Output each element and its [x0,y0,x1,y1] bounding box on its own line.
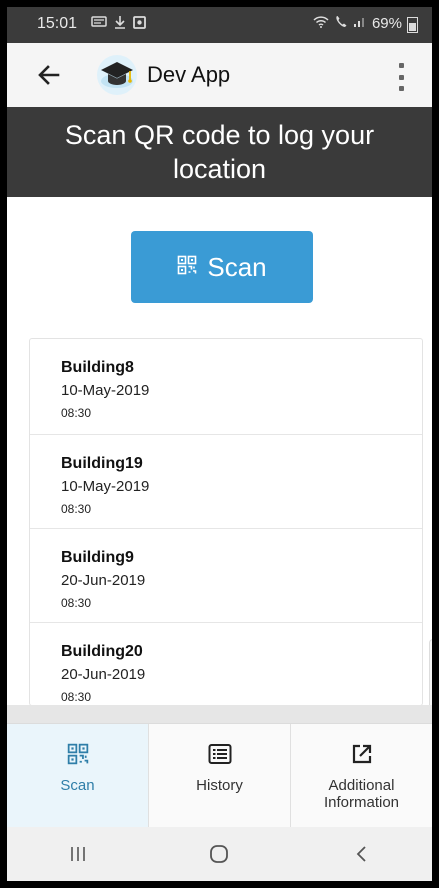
log-date: 10-May-2019 [61,382,150,399]
status-bar: 15:01 69% [7,7,432,43]
list-item[interactable]: Building9 20-Jun-2019 08:30 [30,529,422,623]
tab-additional-information[interactable]: Additional Information [291,724,432,828]
log-time: 08:30 [61,596,92,610]
list-item[interactable]: Building19 10-May-2019 08:30 [30,435,422,529]
image-notification-icon [133,15,146,33]
back-arrow-icon[interactable] [33,59,65,91]
message-notification-icon [91,15,107,33]
nav-divider [7,705,432,723]
log-date: 20-Jun-2019 [61,572,146,589]
banner-text: Scan QR code to log your location [64,120,375,184]
download-icon [114,15,126,33]
location-log-list: Building8 10-May-2019 08:30 Building19 1… [29,338,423,706]
external-link-icon [351,743,373,767]
building-name: Building8 [61,359,134,376]
app-screen: 15:01 69% Dev App Scan QR code to log yo… [7,7,432,881]
qr-code-icon [177,255,197,280]
home-icon[interactable] [199,839,239,869]
app-logo [97,55,137,95]
wifi-icon [313,15,329,32]
list-item[interactable]: Building20 20-Jun-2019 08:30 [30,623,422,705]
back-icon[interactable] [341,839,381,869]
qr-code-icon [67,743,89,767]
app-bar: Dev App [7,43,432,107]
tab-history[interactable]: History [149,724,291,828]
tab-scan[interactable]: Scan [7,724,149,828]
list-icon [208,743,232,767]
list-item[interactable]: Building8 10-May-2019 08:30 [30,339,422,435]
building-name: Building19 [61,455,143,472]
log-time: 08:30 [61,406,92,420]
tab-label: Additional Information [323,777,400,811]
battery-icon [407,16,418,33]
more-options-icon[interactable] [397,63,405,91]
log-time: 08:30 [61,690,92,704]
app-title: Dev App [147,62,231,87]
call-icon [334,15,348,32]
status-time: 15:01 [37,15,78,32]
instruction-banner: Scan QR code to log your location [7,107,432,197]
log-time: 08:30 [61,502,92,516]
battery-percent: 69% [371,15,402,32]
system-navigation-bar [7,827,432,881]
tab-label: Scan [60,777,95,794]
status-right: 69% [313,15,418,33]
building-name: Building20 [61,643,143,660]
log-date: 10-May-2019 [61,478,150,495]
tab-label: History [196,777,243,794]
bottom-navigation: Scan History Additional Information [7,723,432,828]
building-name: Building9 [61,549,134,566]
signal-icon [353,15,367,32]
scan-button[interactable]: Scan [131,231,313,303]
notification-icons [91,15,146,33]
log-date: 20-Jun-2019 [61,666,146,683]
scan-button-label: Scan [207,251,267,282]
recents-icon[interactable] [58,839,98,869]
